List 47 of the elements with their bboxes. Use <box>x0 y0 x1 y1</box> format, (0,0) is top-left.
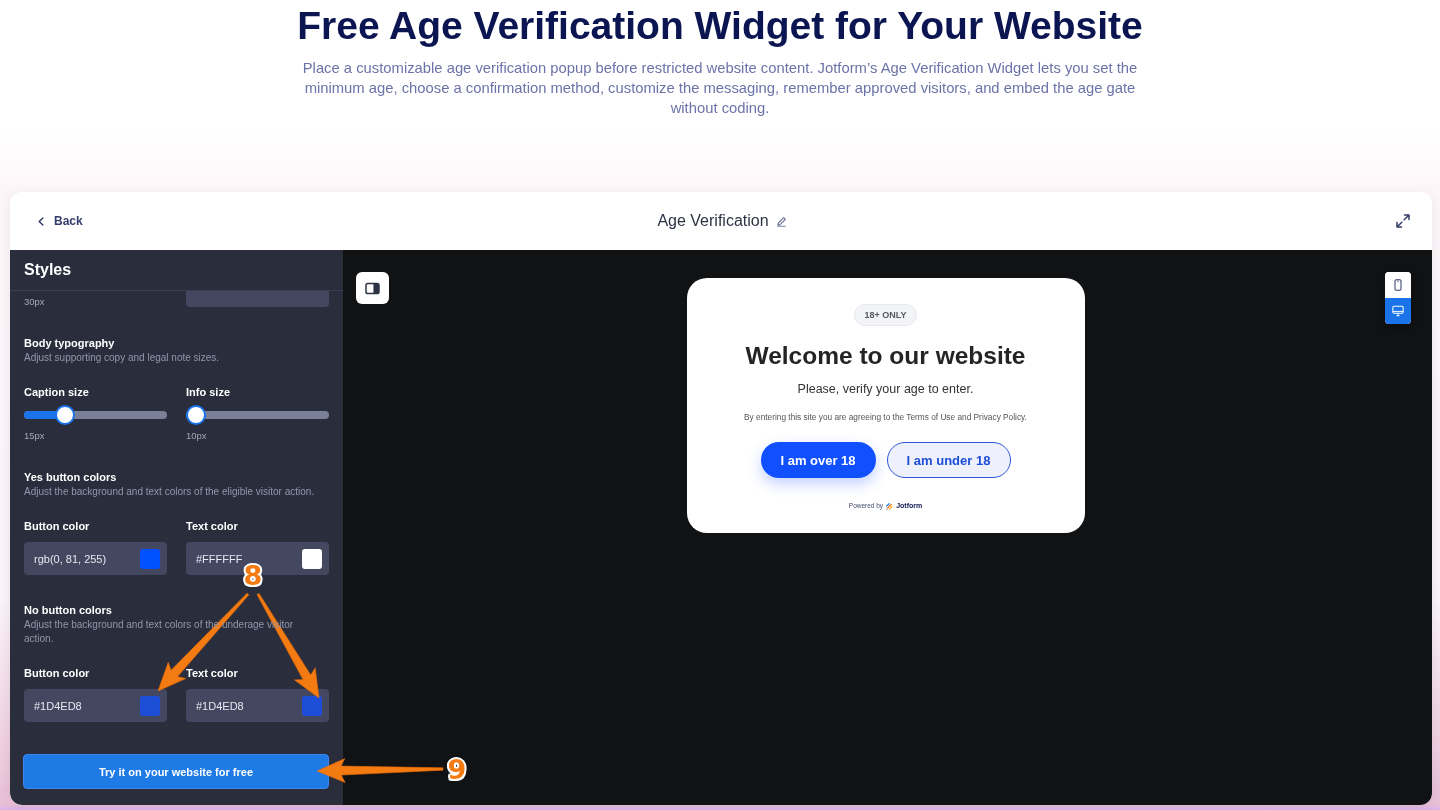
section-title: Yes button colors <box>24 470 118 484</box>
color-input-field[interactable]: #1D4ED8 <box>24 689 167 722</box>
pencil-icon[interactable] <box>775 215 787 227</box>
control-label: Button color <box>24 666 91 680</box>
brand-logo-icon <box>886 502 894 510</box>
section-description: Adjust the background and text colors of the eligible visitor action. <box>24 485 316 499</box>
try-it-button[interactable]: Try it on your website for free <box>23 754 329 789</box>
panel-toggle-button[interactable] <box>356 272 389 304</box>
phone-icon <box>1392 279 1404 291</box>
device-toggle-button[interactable] <box>1385 272 1411 298</box>
color-swatch-icon[interactable] <box>302 695 322 716</box>
slider-reading: 15px <box>24 430 46 442</box>
page-title: Free Age Verification Widget for Your Website <box>297 4 1143 48</box>
panel-icon <box>365 281 380 295</box>
legal-note: By entering this site you are agreeing to the Terms of Use and Privacy Policy. <box>744 412 1027 423</box>
popup-heading: Welcome to our website <box>745 342 1026 370</box>
color-swatch-icon[interactable] <box>140 695 160 716</box>
slider-reading: 10px <box>186 430 208 442</box>
page-subtitle: Place a customizable age verification popup before restricted website content. Jotform’s Age Verification Widget lets you set the minimum age, choose a confirmation method, customize the messaging, remember approved visitors, and embed the age gate without coding. <box>301 59 1139 118</box>
control-label: Info size <box>186 385 231 399</box>
color-swatch-icon[interactable] <box>140 548 160 569</box>
sidebar-title: Styles <box>24 261 72 279</box>
control-label: Text color <box>186 666 239 680</box>
callout-number: 9 <box>447 756 467 784</box>
color-swatch-icon[interactable] <box>302 548 322 569</box>
device-toggle-button[interactable] <box>1385 298 1411 324</box>
popup-message: Please, verify your age to enter. <box>797 381 974 397</box>
expand-icon[interactable] <box>1396 214 1410 228</box>
slider-thumb[interactable] <box>54 405 75 425</box>
under-age-button[interactable]: I am under 18 <box>886 442 1011 478</box>
section-title: Body typography <box>24 336 116 350</box>
age-badge: 18+ ONLY <box>853 304 918 326</box>
over-age-button[interactable]: I am over 18 <box>760 442 876 478</box>
section-title: No button colors <box>24 603 113 617</box>
slider-thumb[interactable] <box>186 405 206 425</box>
section-description: Adjust supporting copy and legal note sizes. <box>24 351 221 365</box>
dropdown-field[interactable] <box>186 291 329 307</box>
control-label: Caption size <box>24 385 90 399</box>
back-button[interactable]: Back <box>34 210 87 232</box>
chevron-left-icon <box>38 216 44 226</box>
color-input-field[interactable]: #1D4ED8 <box>186 689 329 722</box>
color-input-field[interactable]: rgb(0, 81, 255) <box>24 542 167 575</box>
slider-reading: 30px <box>24 296 46 308</box>
widget-title: Age Verification <box>657 212 769 230</box>
monitor-icon <box>1392 305 1404 317</box>
control-label: Button color <box>24 519 91 533</box>
control-label: Text color <box>186 519 239 533</box>
